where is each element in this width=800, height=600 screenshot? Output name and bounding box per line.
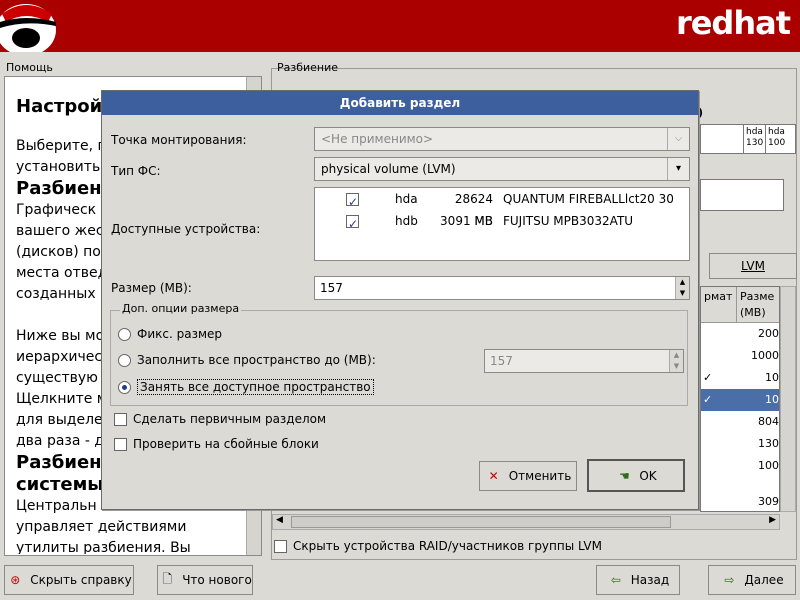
- option-fill-upto-label: Заполнить все пространство до (MB):: [137, 353, 376, 367]
- disk-segment[interactable]: hda 130: [743, 125, 765, 153]
- table-row-selected[interactable]: ✓ 10: [701, 389, 779, 411]
- next-button[interactable]: ⇨ Далее: [708, 565, 796, 595]
- mount-point-value: <Не применимо>: [321, 132, 434, 146]
- device-name: hda: [395, 192, 418, 206]
- fill-upto-spinbox[interactable]: 157 ▲ ▼: [484, 349, 684, 373]
- help-pane-label: Помощь: [6, 61, 53, 74]
- table-row-size: 10: [765, 393, 779, 406]
- whats-new-label: Что нового: [182, 573, 252, 587]
- device-name: hdb: [395, 214, 418, 228]
- lvm-button[interactable]: LVM: [709, 253, 797, 279]
- radio-selected-icon[interactable]: [118, 380, 131, 394]
- option-fill-all-label: Занять все доступное пространство: [137, 379, 374, 395]
- devices-list[interactable]: hda 28624 MB QUANTUM FIREBALLlct20 30 hd…: [314, 187, 690, 261]
- spin-arrows-icon[interactable]: ▲ ▼: [669, 350, 683, 372]
- badblocks-checkbox[interactable]: Проверить на сбойные блоки: [114, 437, 319, 451]
- hscroll-thumb[interactable]: [291, 516, 671, 528]
- device-checkbox[interactable]: [346, 188, 359, 213]
- arrow-left-icon: ⇦: [610, 573, 621, 587]
- disk-segment[interactable]: hda 100: [765, 125, 796, 153]
- hide-help-label: Скрыть справку: [30, 573, 132, 587]
- devices-label: Доступные устройства:: [111, 222, 261, 236]
- size-label: Размер (MB):: [111, 281, 192, 295]
- arrow-right-icon: ⇨: [724, 573, 735, 587]
- cancel-button[interactable]: ✕ Отменить: [479, 461, 577, 491]
- fstype-label: Тип ФС:: [111, 164, 161, 178]
- checkbox-icon[interactable]: [114, 412, 127, 426]
- help-line: управляет действиями: [16, 519, 187, 535]
- size-options-title: Доп. опции размера: [120, 302, 242, 315]
- option-fixed-label: Фикс. размер: [137, 327, 223, 341]
- ok-button-label: OK: [639, 468, 657, 483]
- device-model: QUANTUM FIREBALLlct20 30: [503, 192, 674, 206]
- ok-hand-icon: ☚: [618, 468, 630, 483]
- format-check-icon: ✓: [703, 393, 713, 406]
- hide-raid-label: Скрыть устройства RAID/участников группы…: [293, 539, 602, 553]
- fstype-value: physical volume (LVM): [321, 162, 456, 176]
- checkbox-icon[interactable]: [274, 539, 287, 553]
- device-row-hda[interactable]: hda 28624 MB QUANTUM FIREBALLlct20 30: [315, 188, 689, 228]
- chevron-down-icon[interactable]: ⌵: [667, 128, 689, 150]
- back-label: Назад: [630, 573, 670, 587]
- help-line: утилиты разбиения. Вы: [16, 540, 191, 554]
- radio-icon[interactable]: [118, 353, 131, 367]
- dialog-title: Добавить раздел: [102, 91, 698, 115]
- device-size: 3091 MB: [440, 214, 493, 228]
- column-header-size[interactable]: Разме (MB): [737, 287, 779, 323]
- table-row-size: 10: [765, 371, 779, 384]
- table-row[interactable]: 804: [701, 411, 779, 433]
- document-icon: 🗋: [162, 571, 173, 586]
- disk-info-box: [700, 179, 784, 211]
- back-button[interactable]: ⇦ Назад: [596, 565, 680, 595]
- scroll-right-icon[interactable]: ▶: [769, 515, 776, 525]
- device-checkbox[interactable]: [346, 210, 359, 235]
- device-row-hdb[interactable]: hdb 3091 MB FUJITSU MPB3032ATU: [315, 210, 689, 235]
- column-header-format[interactable]: рмат: [701, 287, 737, 323]
- partition-pane-label: Разбиение: [277, 61, 339, 74]
- lifebuoy-icon: ⊛: [10, 573, 21, 587]
- hide-help-button[interactable]: ⊛ Скрыть справку: [4, 565, 134, 595]
- disk-map[interactable]: hda 130 hda 100: [700, 124, 796, 154]
- device-model: FUJITSU MPB3032ATU: [503, 214, 634, 228]
- badblocks-label: Проверить на сбойные блоки: [133, 437, 319, 451]
- partition-table[interactable]: рмат Разме (MB) 200 1000 ✓ 10 ✓ 10 804 130…: [700, 286, 780, 512]
- option-fixed-size[interactable]: Фикс. размер: [118, 327, 222, 341]
- checkbox-icon[interactable]: [346, 191, 359, 213]
- option-fill-all[interactable]: Занять все доступное пространство: [118, 379, 374, 395]
- option-fill-upto[interactable]: Заполнить все пространство до (MB):: [118, 353, 376, 367]
- checkbox-icon[interactable]: [114, 437, 127, 451]
- table-row[interactable]: 130: [701, 433, 779, 455]
- fstype-combo[interactable]: physical volume (LVM) ▾: [314, 157, 690, 181]
- mount-point-combo[interactable]: <Не применимо> ⌵: [314, 127, 690, 151]
- top-banner: redhat: [0, 0, 800, 52]
- redhat-wordmark: redhat: [675, 4, 791, 42]
- add-partition-dialog: Добавить раздел Точка монтирования: <Не …: [101, 90, 699, 510]
- table-row[interactable]: 309: [701, 491, 779, 511]
- spin-arrows-icon[interactable]: ▲ ▼: [675, 277, 689, 299]
- mount-point-label: Точка монтирования:: [111, 133, 247, 147]
- primary-partition-label: Сделать первичным разделом: [133, 412, 327, 426]
- dropdown-arrow-icon[interactable]: ▾: [667, 158, 689, 180]
- cancel-x-icon: ✕: [488, 469, 499, 483]
- table-hscrollbar[interactable]: ◀ ▶: [272, 514, 780, 530]
- whats-new-button[interactable]: 🗋 Что нового: [157, 565, 253, 595]
- hide-raid-checkbox[interactable]: Скрыть устройства RAID/участников группы…: [274, 539, 602, 553]
- table-row[interactable]: 1000: [701, 345, 779, 367]
- format-check-icon: ✓: [703, 371, 713, 384]
- size-value: 157: [320, 281, 343, 295]
- ok-button[interactable]: ☚ OK: [587, 459, 685, 492]
- table-scrollbar[interactable]: [780, 286, 796, 512]
- radio-icon[interactable]: [118, 327, 131, 341]
- checkbox-icon[interactable]: [346, 213, 359, 235]
- cancel-button-label: Отменить: [508, 469, 572, 483]
- table-row[interactable]: 100: [701, 455, 779, 477]
- fill-upto-value: 157: [490, 354, 513, 368]
- primary-partition-checkbox[interactable]: Сделать первичным разделом: [114, 412, 326, 426]
- table-row[interactable]: 200: [701, 323, 779, 345]
- scroll-left-icon[interactable]: ◀: [276, 515, 283, 525]
- table-row[interactable]: ✓ 10: [701, 367, 779, 389]
- size-spinbox[interactable]: 157 ▲ ▼: [314, 276, 690, 300]
- shadowman-logo-icon: [0, 0, 62, 52]
- next-label: Далее: [744, 573, 784, 587]
